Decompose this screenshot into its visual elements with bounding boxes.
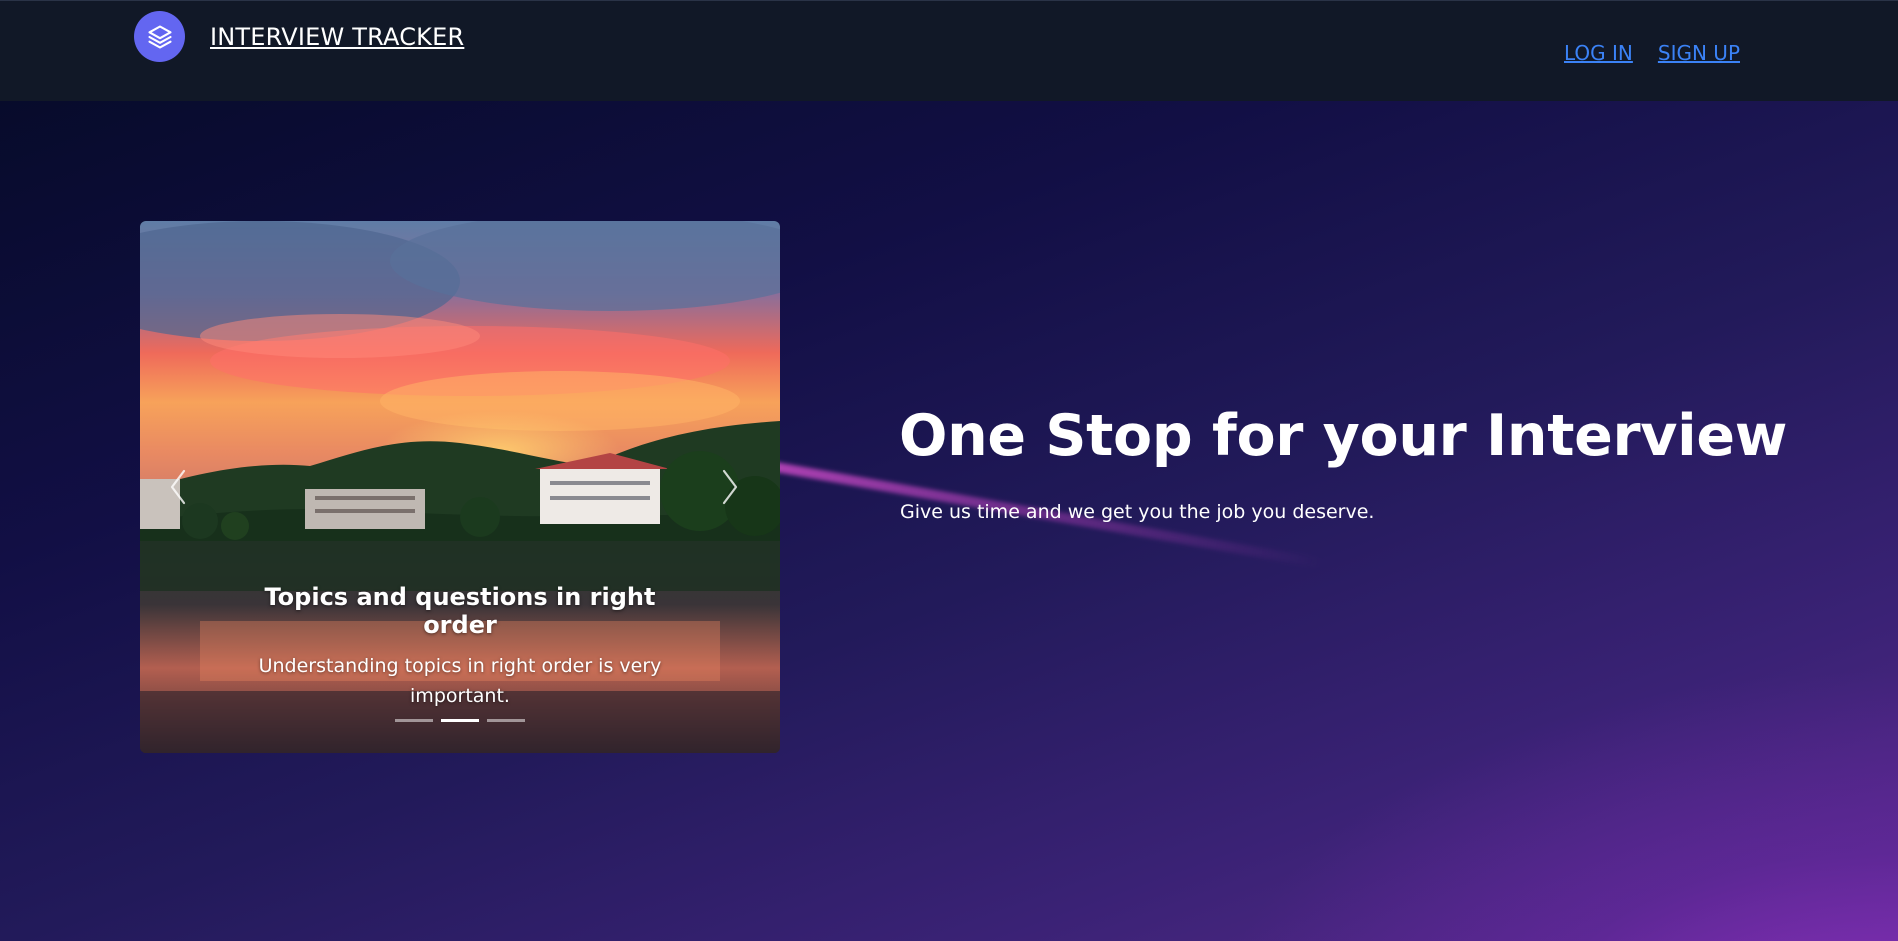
carousel-caption: Topics and questions in right order Unde… [250, 583, 670, 711]
hero-section: Topics and questions in right order Unde… [0, 101, 1898, 941]
layers-icon [134, 11, 185, 62]
carousel-indicator-1[interactable] [395, 719, 433, 722]
hero-headline: One Stop for your Interview [899, 403, 1788, 469]
top-navbar: INTERVIEW TRACKER LOG IN SIGN UP [0, 0, 1898, 101]
chevron-left-icon [170, 469, 186, 505]
brand-link[interactable]: INTERVIEW TRACKER [134, 11, 464, 62]
carousel-indicator-2[interactable] [441, 719, 479, 722]
caption-text: Understanding topics in right order is v… [258, 655, 662, 707]
brand-name: INTERVIEW TRACKER [210, 22, 465, 51]
image-carousel[interactable]: Topics and questions in right order Unde… [140, 221, 780, 753]
carousel-prev-button[interactable] [158, 467, 198, 507]
carousel-indicators [140, 719, 780, 722]
nav-links: LOG IN SIGN UP [1539, 41, 1740, 65]
caption-title: Topics and questions in right order [264, 583, 656, 639]
hero-subline: Give us time and we get you the job you … [900, 501, 1375, 523]
chevron-right-icon [722, 469, 738, 505]
carousel-next-button[interactable] [710, 467, 750, 507]
login-link[interactable]: LOG IN [1564, 41, 1633, 65]
signup-link[interactable]: SIGN UP [1658, 41, 1740, 65]
carousel-indicator-3[interactable] [487, 719, 525, 722]
